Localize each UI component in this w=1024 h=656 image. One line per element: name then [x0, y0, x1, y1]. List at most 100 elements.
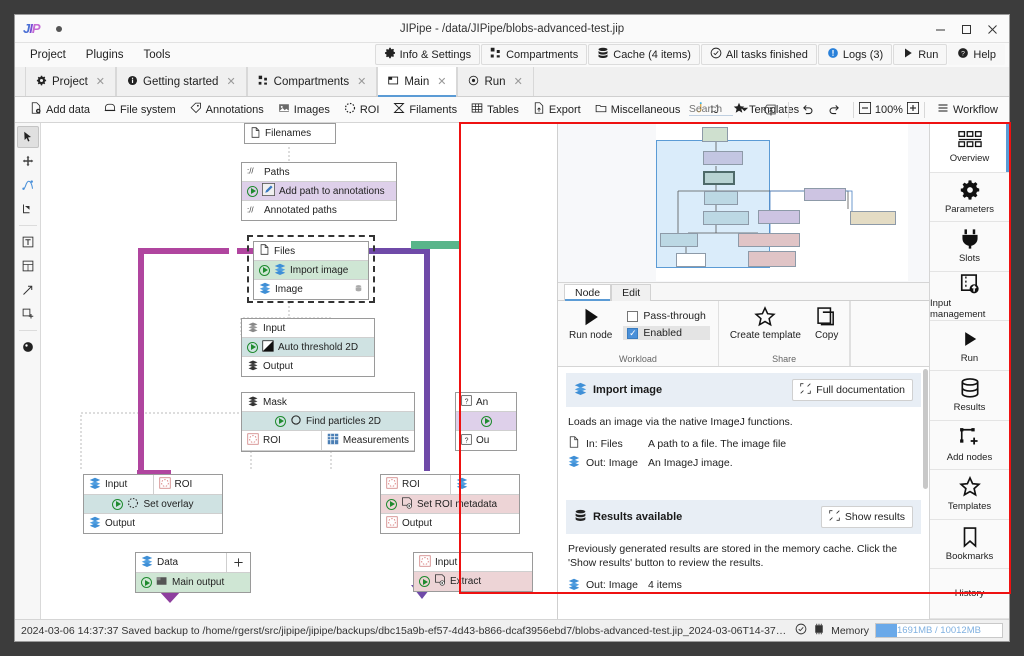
node-filenames[interactable]: Filenames	[244, 123, 336, 144]
node-annotate[interactable]: ? An ? Ou	[455, 392, 517, 451]
close-icon[interactable]: ✕	[357, 75, 366, 88]
scrollbar-thumb[interactable]	[923, 369, 928, 489]
tasks-button[interactable]: All tasks finished	[701, 44, 817, 65]
clear-search-icon[interactable]	[756, 102, 783, 117]
help-button[interactable]: ? Help	[948, 44, 1005, 65]
tab-main[interactable]: Main ✕	[377, 67, 457, 96]
node-output-slot[interactable]: Output	[242, 357, 374, 376]
add-node-icon[interactable]	[17, 303, 39, 325]
tab-node[interactable]: Node	[564, 284, 611, 301]
node-title-row[interactable]: Set overlay	[84, 495, 222, 514]
search-input[interactable]	[689, 103, 723, 115]
node-output-slot[interactable]: :// Annotated paths	[242, 201, 396, 220]
rail-item-history[interactable]: History	[930, 569, 1009, 619]
node-input-slot-input[interactable]: Input	[84, 475, 153, 494]
info-settings-button[interactable]: Info & Settings	[375, 44, 481, 65]
node-output-slot-measurements[interactable]: Measurements	[321, 431, 414, 450]
rail-item-run[interactable]: Run	[930, 321, 1009, 371]
cursor-icon[interactable]	[17, 126, 39, 148]
redo-icon[interactable]	[821, 101, 848, 118]
zoom-in-icon[interactable]	[907, 102, 919, 117]
node-input-slot-roi[interactable]: ROI	[381, 475, 450, 494]
pass-through-checkbox[interactable]: Pass-through	[623, 309, 709, 323]
close-icon[interactable]: ✕	[96, 75, 105, 88]
node-input-slot[interactable]: Input	[242, 319, 374, 338]
node-output-slot-roi[interactable]: ROI	[242, 431, 321, 450]
maximize-icon[interactable]	[953, 18, 979, 40]
node-title-row[interactable]: Import image	[254, 261, 368, 280]
zoom-out-icon[interactable]	[859, 102, 871, 117]
run-button[interactable]: Run	[893, 44, 947, 65]
close-icon[interactable]: ✕	[437, 75, 446, 88]
toolbar-file-system[interactable]: File system	[97, 100, 183, 119]
node-output-slot[interactable]: ? Ou	[456, 431, 516, 450]
tab-project[interactable]: Project ✕	[25, 67, 116, 96]
rail-item-parameters[interactable]: Parameters	[930, 173, 1009, 223]
rail-item-overview[interactable]: Overview	[930, 123, 1009, 173]
create-template-button[interactable]: Create template	[727, 305, 804, 342]
node-input-slot[interactable]: Files	[254, 242, 368, 261]
table-icon[interactable]	[17, 255, 39, 277]
node-input-slot[interactable]: :// Paths	[242, 163, 396, 182]
node-import-image[interactable]: Files Import image Image	[253, 241, 369, 300]
close-icon[interactable]: ✕	[226, 75, 235, 88]
full-documentation-button[interactable]: Full documentation	[792, 379, 913, 401]
workflow-button[interactable]: Workflow	[930, 100, 1005, 119]
arrow-icon[interactable]	[17, 279, 39, 301]
tab-run[interactable]: Run ✕	[457, 67, 533, 96]
compartments-button[interactable]: Compartments	[481, 44, 587, 65]
node-title-row[interactable]: Set ROI metadata	[381, 495, 519, 514]
undo-icon[interactable]	[794, 101, 821, 118]
graph-canvas[interactable]: Filenames :// Paths Add path to annotati…	[41, 123, 557, 619]
toolbar-filaments[interactable]: Filaments	[386, 100, 464, 119]
node-extract[interactable]: Input Extract	[413, 552, 533, 592]
enabled-checkbox[interactable]: Enabled	[623, 326, 709, 340]
menu-tools[interactable]: Tools	[135, 46, 180, 64]
chevron-down-icon[interactable]	[733, 103, 756, 116]
menu-plugins[interactable]: Plugins	[77, 46, 133, 64]
toolbar-export[interactable]: Export	[526, 100, 588, 119]
node-title-row[interactable]	[456, 412, 516, 431]
toolbar-images[interactable]: Images	[271, 100, 337, 119]
node-title-row[interactable]: Find particles 2D	[242, 412, 414, 431]
node-input-slot-data[interactable]: Data	[136, 553, 226, 572]
run-node-button[interactable]: Run node	[566, 305, 615, 342]
node-output-slot[interactable]: Image	[254, 280, 368, 299]
run-node-icon[interactable]	[481, 416, 492, 427]
node-find-particles-2d[interactable]: Mask Find particles 2D ROI Measurements	[241, 392, 415, 452]
run-node-icon[interactable]	[419, 576, 430, 587]
tab-edit[interactable]: Edit	[611, 284, 651, 301]
add-slot-button[interactable]	[226, 553, 250, 572]
node-main-output[interactable]: Data Main output	[135, 552, 251, 593]
menu-project[interactable]: Project	[21, 46, 75, 64]
show-results-button[interactable]: Show results	[821, 506, 913, 528]
rail-item-results[interactable]: Results	[930, 371, 1009, 421]
run-node-icon[interactable]	[386, 499, 397, 510]
node-set-roi-metadata[interactable]: ROI Set ROI metadata Output	[380, 474, 520, 534]
crop-icon[interactable]	[17, 198, 39, 220]
search-box[interactable]	[689, 103, 733, 116]
node-input-slot-roi[interactable]: ROI	[153, 475, 223, 494]
node-title-row[interactable]: Extract	[414, 572, 532, 591]
tab-compartments[interactable]: Compartments ✕	[247, 67, 378, 96]
run-node-icon[interactable]	[247, 342, 258, 353]
close-icon[interactable]: ✕	[514, 75, 523, 88]
rail-item-templates[interactable]: Templates	[930, 470, 1009, 520]
cache-button[interactable]: Cache (4 items)	[588, 44, 700, 65]
node-title-row[interactable]: Auto threshold 2D	[242, 338, 374, 357]
toolbar-miscellaneous[interactable]: Miscellaneous	[588, 100, 688, 119]
toolbar-add-data[interactable]: Add data	[23, 100, 97, 119]
node-title-row[interactable]: Main output	[136, 573, 250, 592]
close-icon[interactable]	[979, 18, 1005, 40]
connect-icon[interactable]	[17, 174, 39, 196]
globe-icon[interactable]	[17, 336, 39, 358]
node-auto-threshold-2d[interactable]: Input Auto threshold 2D Output	[241, 318, 375, 377]
rail-item-input-management[interactable]: Input management	[930, 272, 1009, 322]
rail-item-add-nodes[interactable]: Add nodes	[930, 421, 1009, 471]
text-icon[interactable]	[17, 231, 39, 253]
graph-overview-minimap[interactable]	[558, 123, 929, 283]
node-add-path-to-annotations[interactable]: :// Paths Add path to annotations :// An…	[241, 162, 397, 221]
toolbar-roi[interactable]: ROI	[337, 100, 387, 119]
node-output-slot[interactable]: Output	[84, 514, 222, 533]
rail-item-bookmarks[interactable]: Bookmarks	[930, 520, 1009, 570]
